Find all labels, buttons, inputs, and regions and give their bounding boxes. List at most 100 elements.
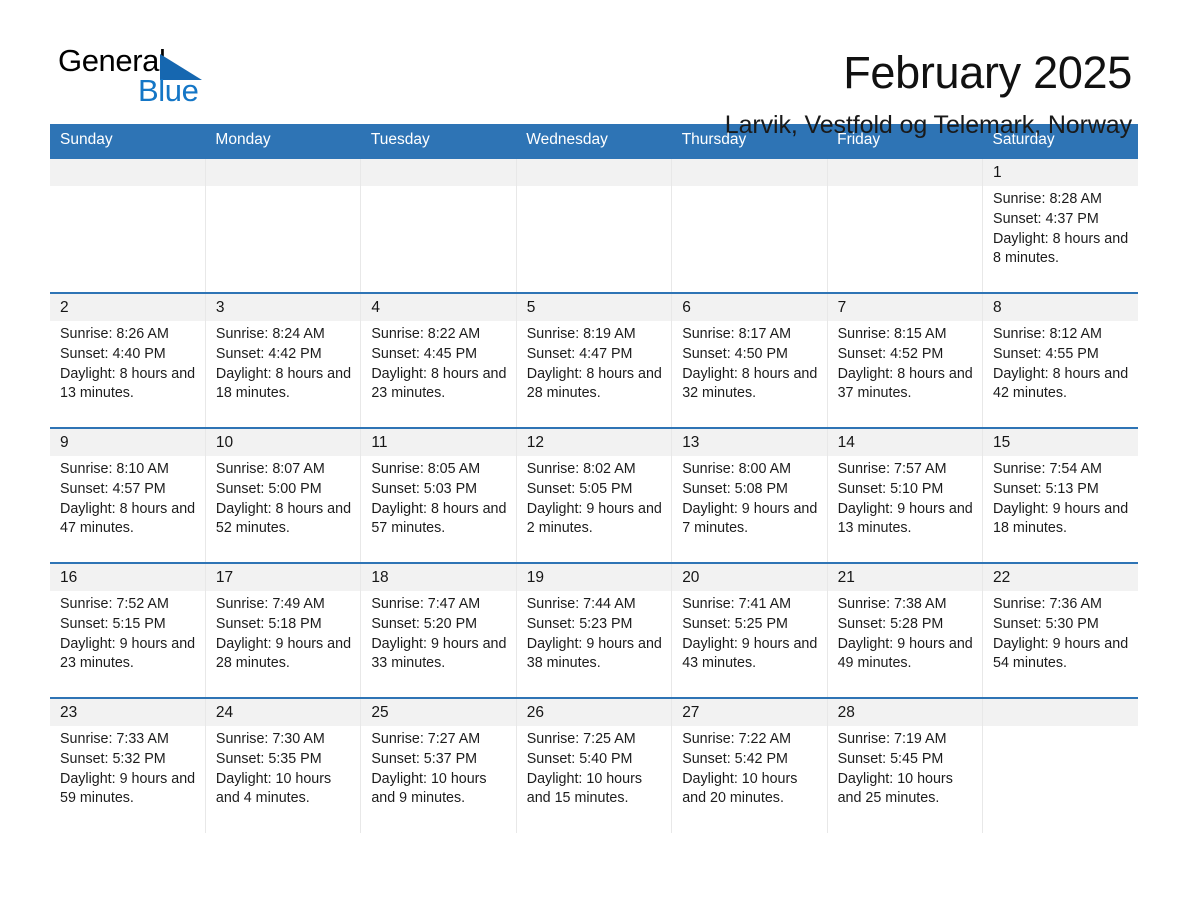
daylight-text: Daylight: 9 hours and 23 minutes.	[60, 635, 196, 672]
day-details: Sunrise: 7:41 AM Sunset: 5:25 PM Daylight:…	[672, 591, 826, 674]
day-details: Sunrise: 7:25 AM Sunset: 5:40 PM Daylight:…	[517, 726, 671, 809]
day-details: Sunrise: 8:19 AM Sunset: 4:47 PM Daylight:…	[517, 321, 671, 404]
sunrise-text: Sunrise: 8:19 AM	[526, 326, 636, 342]
day-number: 12	[516, 429, 672, 456]
sunset-text: Sunset: 5:05 PM	[526, 480, 633, 497]
sunrise-text: Sunrise: 7:44 AM	[526, 596, 636, 612]
day-number: 23	[50, 699, 205, 726]
calendar-day-cell[interactable]: 25 Sunrise: 7:27 AM Sunset: 5:37 PM Dayligh…	[360, 697, 517, 833]
calendar-day-cell[interactable]: 20 Sunrise: 7:41 AM Sunset: 5:25 PM Dayligh…	[671, 562, 828, 698]
daylight-text: Daylight: 8 hours and 18 minutes.	[215, 365, 352, 402]
calendar-day-cell[interactable]: 27 Sunrise: 7:22 AM Sunset: 5:42 PM Dayligh…	[671, 697, 828, 833]
sunset-text: Sunset: 4:52 PM	[837, 345, 944, 362]
sunset-text: Sunset: 4:42 PM	[215, 345, 322, 362]
calendar-day-cell[interactable]: 12 Sunrise: 8:02 AM Sunset: 5:05 PM Dayligh…	[516, 427, 673, 563]
day-number: 24	[205, 699, 361, 726]
calendar-day-cell[interactable]: 3 Sunrise: 8:24 AM Sunset: 4:42 PM Daylight…	[205, 292, 362, 428]
daylight-text: Daylight: 8 hours and 28 minutes.	[526, 365, 662, 402]
day-number: 5	[516, 294, 672, 321]
calendar-day-cell[interactable]: 15 Sunrise: 7:54 AM Sunset: 5:13 PM Dayligh…	[982, 427, 1138, 563]
sunset-text: Sunset: 5:35 PM	[215, 750, 322, 767]
daylight-text: Daylight: 9 hours and 43 minutes.	[682, 635, 818, 672]
sunset-text: Sunset: 5:10 PM	[837, 480, 944, 497]
day-details: Sunrise: 8:17 AM Sunset: 4:50 PM Daylight:…	[672, 321, 826, 404]
day-number	[672, 159, 827, 186]
calendar-week-row: 16 Sunrise: 7:52 AM Sunset: 5:15 PM Dayligh…	[50, 562, 1138, 698]
calendar-day-cell[interactable]: 28 Sunrise: 7:19 AM Sunset: 5:45 PM Dayligh…	[827, 697, 984, 833]
calendar-day-cell[interactable]: 13 Sunrise: 8:00 AM Sunset: 5:08 PM Dayligh…	[671, 427, 828, 563]
daylight-text: Daylight: 8 hours and 37 minutes.	[837, 365, 973, 402]
sunrise-text: Sunrise: 8:26 AM	[60, 326, 169, 342]
sunset-text: Sunset: 4:37 PM	[993, 210, 1099, 227]
calendar-day-cell[interactable]: 2 Sunrise: 8:26 AM Sunset: 4:40 PM Daylight…	[50, 292, 206, 428]
weekday-header-monday: Monday	[205, 124, 361, 158]
calendar-day-cell[interactable]: 8 Sunrise: 8:12 AM Sunset: 4:55 PM Daylight…	[982, 292, 1138, 428]
day-number: 6	[672, 294, 827, 321]
day-details: Sunrise: 8:15 AM Sunset: 4:52 PM Daylight:…	[828, 321, 982, 404]
day-number: 16	[50, 564, 205, 591]
calendar-day-cell[interactable]: 19 Sunrise: 7:44 AM Sunset: 5:23 PM Dayligh…	[516, 562, 673, 698]
calendar-day-cell[interactable]: 26 Sunrise: 7:25 AM Sunset: 5:40 PM Dayligh…	[516, 697, 673, 833]
sunrise-text: Sunrise: 7:38 AM	[837, 596, 947, 612]
calendar-day-cell[interactable]: 1 Sunrise: 8:28 AM Sunset: 4:37 PM Daylight…	[982, 157, 1138, 293]
calendar-body: 1 Sunrise: 8:28 AM Sunset: 4:37 PM Daylight…	[50, 157, 1138, 833]
calendar-day-cell[interactable]: 21 Sunrise: 7:38 AM Sunset: 5:28 PM Dayligh…	[827, 562, 984, 698]
day-details: Sunrise: 7:36 AM Sunset: 5:30 PM Daylight:…	[983, 591, 1138, 674]
calendar-day-cell[interactable]: 9 Sunrise: 8:10 AM Sunset: 4:57 PM Daylight…	[50, 427, 206, 563]
day-number: 1	[983, 159, 1138, 186]
calendar-day-cell[interactable]: 11 Sunrise: 8:05 AM Sunset: 5:03 PM Dayligh…	[360, 427, 517, 563]
sunset-text: Sunset: 5:28 PM	[837, 615, 944, 632]
sunset-text: Sunset: 5:45 PM	[837, 750, 944, 767]
calendar-day-cell[interactable]: 7 Sunrise: 8:15 AM Sunset: 4:52 PM Daylight…	[827, 292, 984, 428]
day-number: 13	[672, 429, 827, 456]
sunset-text: Sunset: 5:40 PM	[526, 750, 633, 767]
day-details: Sunrise: 8:12 AM Sunset: 4:55 PM Daylight:…	[983, 321, 1138, 404]
weekday-header-wednesday: Wednesday	[516, 124, 672, 158]
sunrise-text: Sunrise: 7:33 AM	[60, 731, 169, 747]
day-number: 25	[361, 699, 516, 726]
calendar-day-cell[interactable]: 14 Sunrise: 7:57 AM Sunset: 5:10 PM Dayligh…	[827, 427, 984, 563]
day-details: Sunrise: 7:38 AM Sunset: 5:28 PM Daylight:…	[828, 591, 982, 674]
calendar-day-cell-empty	[982, 697, 1138, 833]
sunrise-text: Sunrise: 7:36 AM	[993, 596, 1102, 612]
sunset-text: Sunset: 4:55 PM	[993, 345, 1099, 362]
calendar-day-cell[interactable]: 10 Sunrise: 8:07 AM Sunset: 5:00 PM Dayligh…	[205, 427, 362, 563]
day-details: Sunrise: 7:19 AM Sunset: 5:45 PM Daylight:…	[828, 726, 982, 809]
day-number: 3	[205, 294, 361, 321]
page-title: February 2025	[843, 47, 1132, 98]
day-number	[50, 159, 205, 186]
calendar-day-cell-empty	[671, 157, 828, 293]
day-number: 28	[827, 699, 983, 726]
day-number: 15	[983, 429, 1138, 456]
calendar-day-cell[interactable]: 4 Sunrise: 8:22 AM Sunset: 4:45 PM Daylight…	[360, 292, 517, 428]
calendar-day-cell-empty	[50, 157, 206, 293]
daylight-text: Daylight: 9 hours and 54 minutes.	[993, 635, 1129, 672]
day-number	[516, 159, 672, 186]
daylight-text: Daylight: 8 hours and 13 minutes.	[60, 365, 196, 402]
sunset-text: Sunset: 4:45 PM	[371, 345, 478, 362]
sunset-text: Sunset: 5:37 PM	[371, 750, 478, 767]
calendar-day-cell[interactable]: 5 Sunrise: 8:19 AM Sunset: 4:47 PM Daylight…	[516, 292, 673, 428]
calendar-day-cell[interactable]: 16 Sunrise: 7:52 AM Sunset: 5:15 PM Dayligh…	[50, 562, 206, 698]
calendar-day-cell[interactable]: 24 Sunrise: 7:30 AM Sunset: 5:35 PM Dayligh…	[205, 697, 362, 833]
daylight-text: Daylight: 8 hours and 47 minutes.	[60, 500, 196, 537]
day-details: Sunrise: 8:26 AM Sunset: 4:40 PM Daylight:…	[50, 321, 205, 404]
calendar-day-cell[interactable]: 17 Sunrise: 7:49 AM Sunset: 5:18 PM Dayligh…	[205, 562, 362, 698]
day-details: Sunrise: 8:07 AM Sunset: 5:00 PM Daylight:…	[206, 456, 360, 539]
sunrise-text: Sunrise: 8:22 AM	[371, 326, 481, 342]
sunset-text: Sunset: 5:00 PM	[215, 480, 322, 497]
sunrise-text: Sunrise: 8:17 AM	[682, 326, 792, 342]
calendar-day-cell[interactable]: 18 Sunrise: 7:47 AM Sunset: 5:20 PM Dayligh…	[360, 562, 517, 698]
calendar-week-row: 1 Sunrise: 8:28 AM Sunset: 4:37 PM Daylight…	[50, 157, 1138, 293]
day-number: 22	[983, 564, 1138, 591]
sunrise-text: Sunrise: 8:15 AM	[837, 326, 947, 342]
calendar-day-cell[interactable]: 6 Sunrise: 8:17 AM Sunset: 4:50 PM Daylight…	[671, 292, 828, 428]
day-details: Sunrise: 7:33 AM Sunset: 5:32 PM Daylight:…	[50, 726, 205, 809]
daylight-text: Daylight: 8 hours and 32 minutes.	[682, 365, 818, 402]
calendar-day-cell[interactable]: 22 Sunrise: 7:36 AM Sunset: 5:30 PM Dayligh…	[982, 562, 1138, 698]
sunrise-text: Sunrise: 7:19 AM	[837, 731, 947, 747]
day-details: Sunrise: 8:28 AM Sunset: 4:37 PM Daylight:…	[983, 186, 1138, 269]
daylight-text: Daylight: 9 hours and 38 minutes.	[526, 635, 662, 672]
sunrise-text: Sunrise: 8:02 AM	[526, 461, 636, 477]
calendar-day-cell[interactable]: 23 Sunrise: 7:33 AM Sunset: 5:32 PM Dayligh…	[50, 697, 206, 833]
